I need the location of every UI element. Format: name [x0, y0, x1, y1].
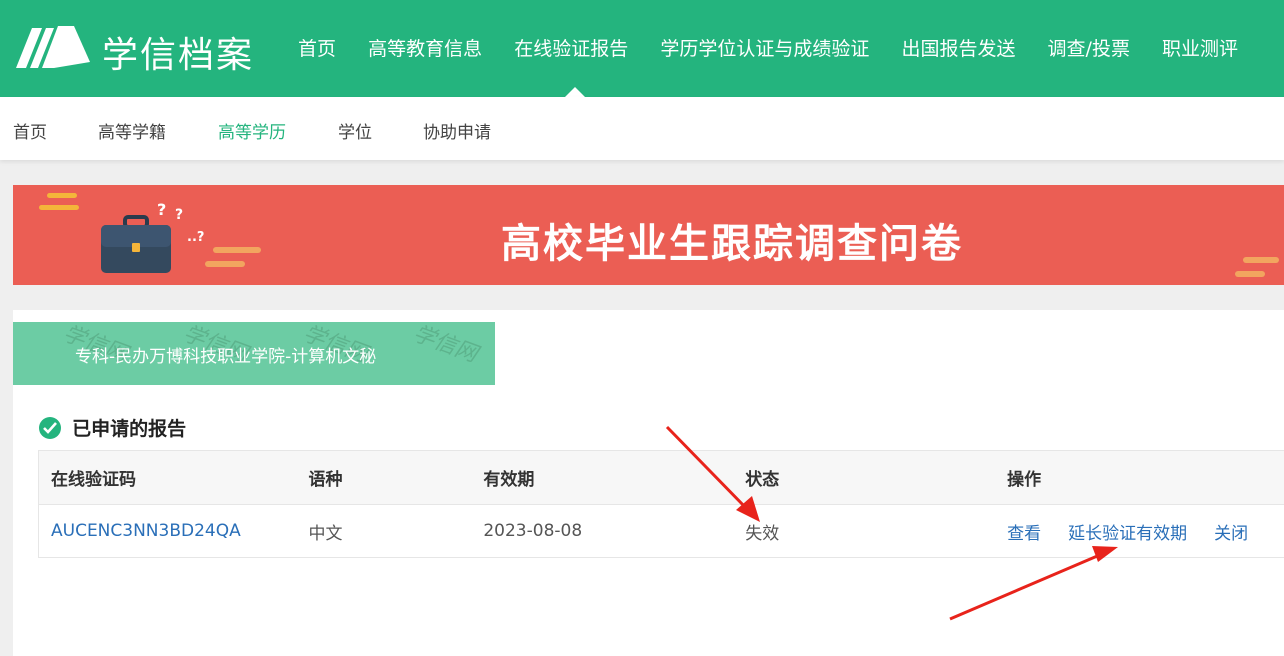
annotation-arrow-status [665, 425, 760, 522]
annotation-arrow-extend [949, 546, 1118, 621]
annotation-arrows [665, 425, 1118, 621]
